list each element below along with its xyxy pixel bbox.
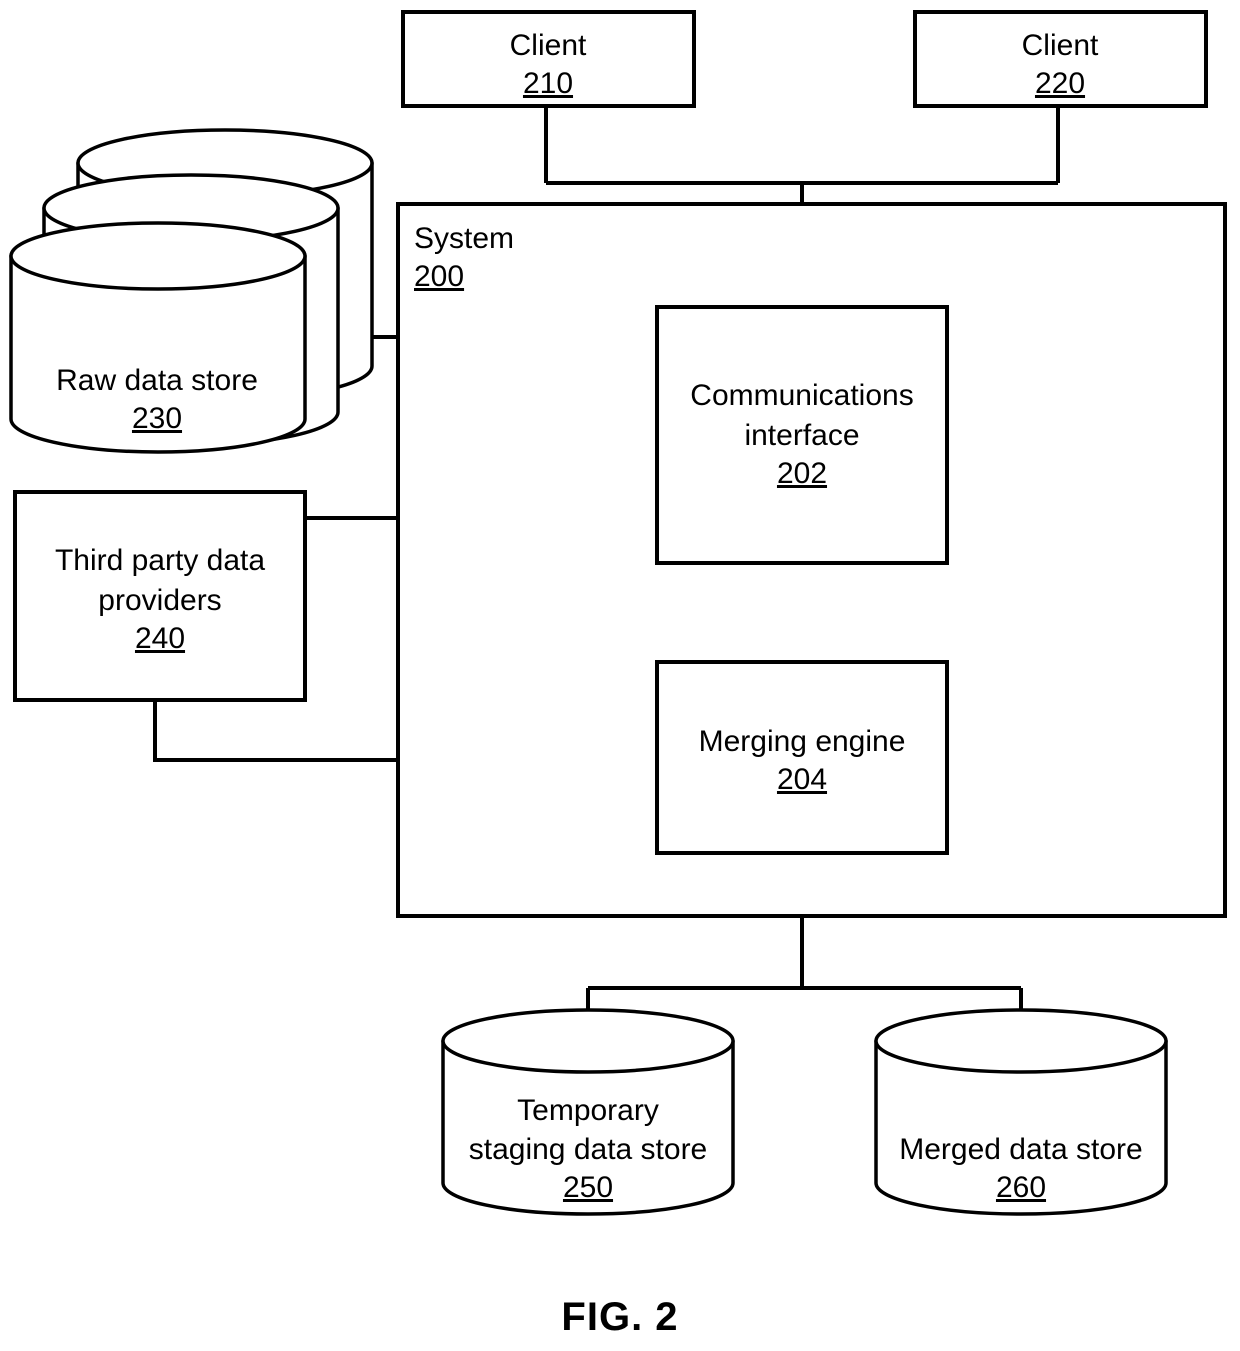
- third-party-ref: 240: [135, 622, 185, 655]
- communications-interface-202-node[interactable]: Communications interface 202: [655, 305, 949, 565]
- merging-engine-label: Merging engine: [699, 725, 906, 758]
- communications-interface-label-line2: interface: [744, 419, 859, 452]
- figure-2-diagram: System 200 Client 210 Client 220 Raw dat…: [0, 0, 1240, 1351]
- client-220-ref: 220: [1035, 67, 1085, 100]
- merged-store-cylinder-top: [874, 1008, 1168, 1074]
- temp-staging-label-line1: Temporary: [517, 1094, 659, 1127]
- system-ref: 200: [414, 260, 464, 293]
- temporary-staging-data-store-250-node[interactable]: Temporary staging data store 250: [441, 1008, 735, 1216]
- merging-engine-204-node[interactable]: Merging engine 204: [655, 660, 949, 855]
- raw-data-store-230-node[interactable]: Raw data store 230: [9, 128, 374, 454]
- patent-figure-svg: System 200 Client 210 Client 220 Raw dat…: [9, 10, 1227, 1339]
- client-220-node[interactable]: Client 220: [913, 10, 1208, 108]
- third-party-label-line1: Third party data: [55, 544, 265, 577]
- temp-staging-label-line2: staging data store: [469, 1133, 708, 1166]
- merged-data-store-260-node[interactable]: Merged data store 260: [874, 1008, 1168, 1216]
- communications-interface-label-line1: Communications: [690, 379, 913, 412]
- system-label: System: [414, 222, 514, 255]
- merging-engine-ref: 204: [777, 763, 827, 796]
- communications-interface-ref: 202: [777, 457, 827, 490]
- raw-data-store-label: Raw data store: [56, 364, 258, 397]
- client-210-label: Client: [510, 29, 587, 62]
- client-210-ref: 210: [523, 67, 573, 100]
- third-party-data-providers-240-node[interactable]: Third party data providers 240: [13, 490, 307, 702]
- client-210-node[interactable]: Client 210: [401, 10, 696, 108]
- temp-staging-ref: 250: [563, 1171, 613, 1204]
- figure-caption: FIG. 2: [561, 1295, 678, 1339]
- raw-data-store-cylinder-front-top: [9, 221, 307, 291]
- third-party-label-line2: providers: [98, 584, 221, 617]
- temp-staging-cylinder-top: [441, 1008, 735, 1074]
- client-220-label: Client: [1022, 29, 1099, 62]
- merged-store-label: Merged data store: [899, 1133, 1142, 1166]
- raw-data-store-ref: 230: [132, 402, 182, 435]
- merged-store-ref: 260: [996, 1171, 1046, 1204]
